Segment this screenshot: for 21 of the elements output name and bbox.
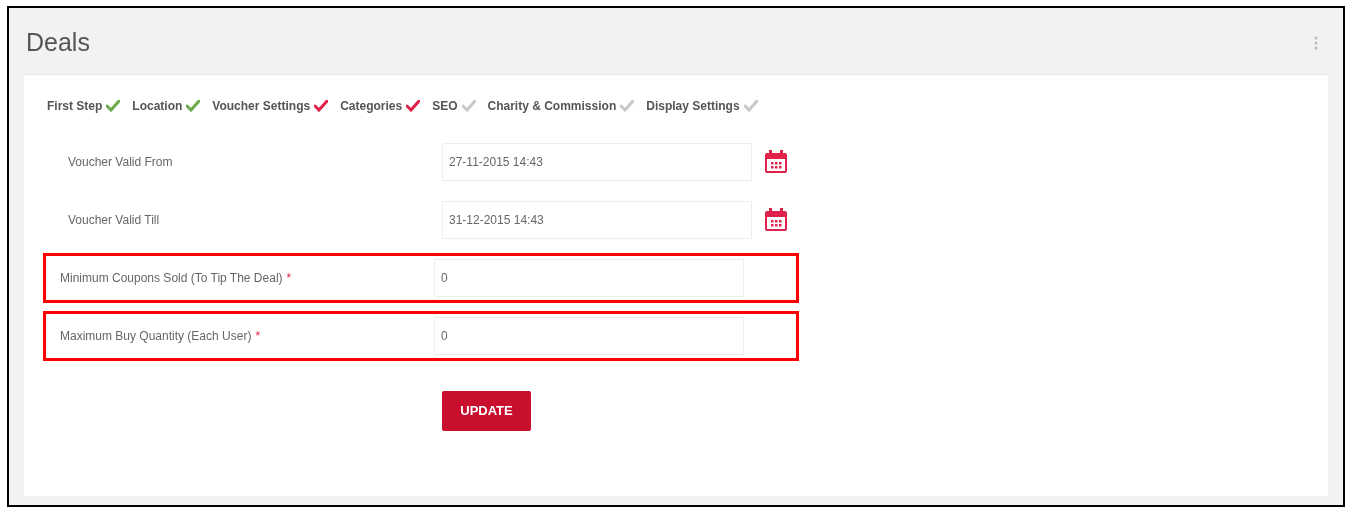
step-tab[interactable]: Categories bbox=[340, 97, 403, 115]
step-tab[interactable]: SEO bbox=[432, 97, 458, 115]
field-label: Voucher Valid From bbox=[68, 154, 173, 171]
field-label: Minimum Coupons Sold (To Tip The Deal) bbox=[60, 270, 283, 287]
calendar-icon[interactable] bbox=[764, 208, 788, 232]
input-field[interactable]: 0 bbox=[434, 259, 744, 297]
input-field[interactable]: 0 bbox=[434, 317, 744, 355]
step-tab[interactable]: Charity & Commission bbox=[487, 97, 617, 115]
page-title: Deals bbox=[25, 27, 90, 59]
field-label: Maximum Buy Quantity (Each User) bbox=[60, 328, 252, 345]
step-tab[interactable]: First Step bbox=[47, 97, 103, 115]
input-field[interactable]: 27-11-2015 14:43 bbox=[442, 143, 752, 181]
calendar-icon[interactable] bbox=[764, 150, 788, 174]
field-label: Voucher Valid Till bbox=[68, 212, 160, 229]
input-field[interactable]: 31-12-2015 14:43 bbox=[442, 201, 752, 239]
required-mark: * bbox=[286, 270, 292, 287]
required-mark: * bbox=[255, 328, 261, 345]
update-button[interactable]: UPDATE bbox=[442, 391, 531, 431]
step-tab[interactable]: Display Settings bbox=[646, 97, 740, 115]
step-tab[interactable]: Voucher Settings bbox=[212, 97, 311, 115]
step-tab[interactable]: Location bbox=[132, 97, 183, 115]
